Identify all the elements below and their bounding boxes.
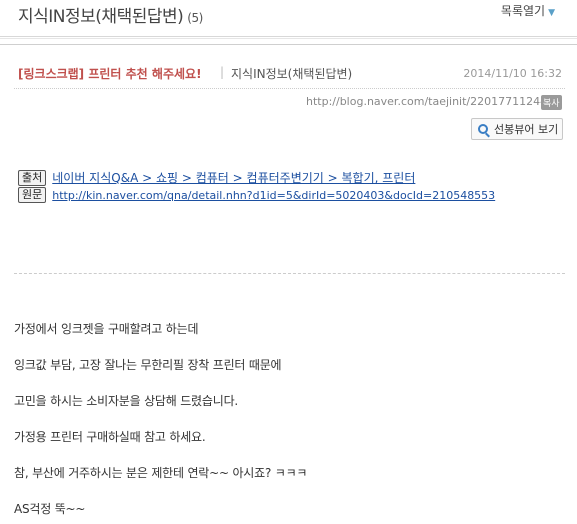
body-line: 가정용 프린터 구매하실때 참고 하세요. [14, 430, 206, 444]
post-title[interactable]: [링크스크랩] 프린터 추천 해주세요! [18, 65, 202, 82]
list-toggle-button[interactable]: 목록열기 ▼ [501, 2, 555, 19]
source-path-link[interactable]: 네이버 지식Q&A > 쇼핑 > 컴퓨터 > 컴퓨터주변기기 > 복합기, 프린… [52, 169, 415, 186]
header-divider [0, 36, 577, 39]
source-tag: 출처 [18, 169, 47, 186]
category-title[interactable]: 지식IN정보(채택된답변) (5) [18, 2, 203, 27]
list-toggle-label[interactable]: 목록열기 [501, 4, 545, 18]
category-header: 지식IN정보(채택된답변) (5) 목록열기 ▼ [0, 0, 577, 36]
origin-tag: 원문 [18, 187, 47, 203]
title-separator: | [220, 65, 225, 79]
post-category-link[interactable]: 지식IN정보(채택된답변) [231, 65, 352, 82]
body-line: 잉크값 부담, 고장 잘나는 무한리필 장착 프린터 때문에 [14, 358, 282, 372]
copy-url-button[interactable]: 복사 [541, 95, 562, 110]
neighbor-viewer-button[interactable]: 선봉뷰어 보기 [471, 118, 563, 140]
origin-row: 원문 http://kin.naver.com/qna/detail.nhn?d… [18, 187, 495, 203]
post-header-divider [14, 88, 565, 89]
body-line: 참, 부산에 거주하시는 분은 제한테 연락~~ 아시죠? ㅋㅋㅋ [14, 466, 308, 480]
category-title-text[interactable]: 지식IN정보(채택된답변) [18, 7, 184, 27]
post-date: 2014/11/10 16:32 [463, 67, 562, 80]
search-icon [478, 124, 488, 134]
body-line: 고민을 하시는 소비자분을 상담해 드렸습니다. [14, 394, 239, 408]
body-line: AS걱정 뚝~~ [14, 502, 86, 516]
body-line: 가정에서 잉크젯을 구매할려고 하는데 [14, 322, 199, 336]
neighbor-viewer-label: 선봉뷰어 보기 [494, 123, 559, 136]
post-container: [링크스크랩] 프린터 추천 해주세요! | 지식IN정보(채택된답변) 201… [0, 44, 577, 524]
post-permalink[interactable]: http://blog.naver.com/taejinit/220177112… [306, 95, 554, 108]
source-row: 출처 네이버 지식Q&A > 쇼핑 > 컴퓨터 > 컴퓨터주변기기 > 복합기,… [18, 169, 415, 186]
origin-url-link[interactable]: http://kin.naver.com/qna/detail.nhn?d1id… [52, 189, 495, 202]
content-divider [14, 273, 565, 274]
post-header: [링크스크랩] 프린터 추천 해주세요! | 지식IN정보(채택된답변) 201… [0, 45, 577, 91]
category-post-count: (5) [187, 11, 203, 25]
chevron-down-icon[interactable]: ▼ [548, 8, 555, 18]
